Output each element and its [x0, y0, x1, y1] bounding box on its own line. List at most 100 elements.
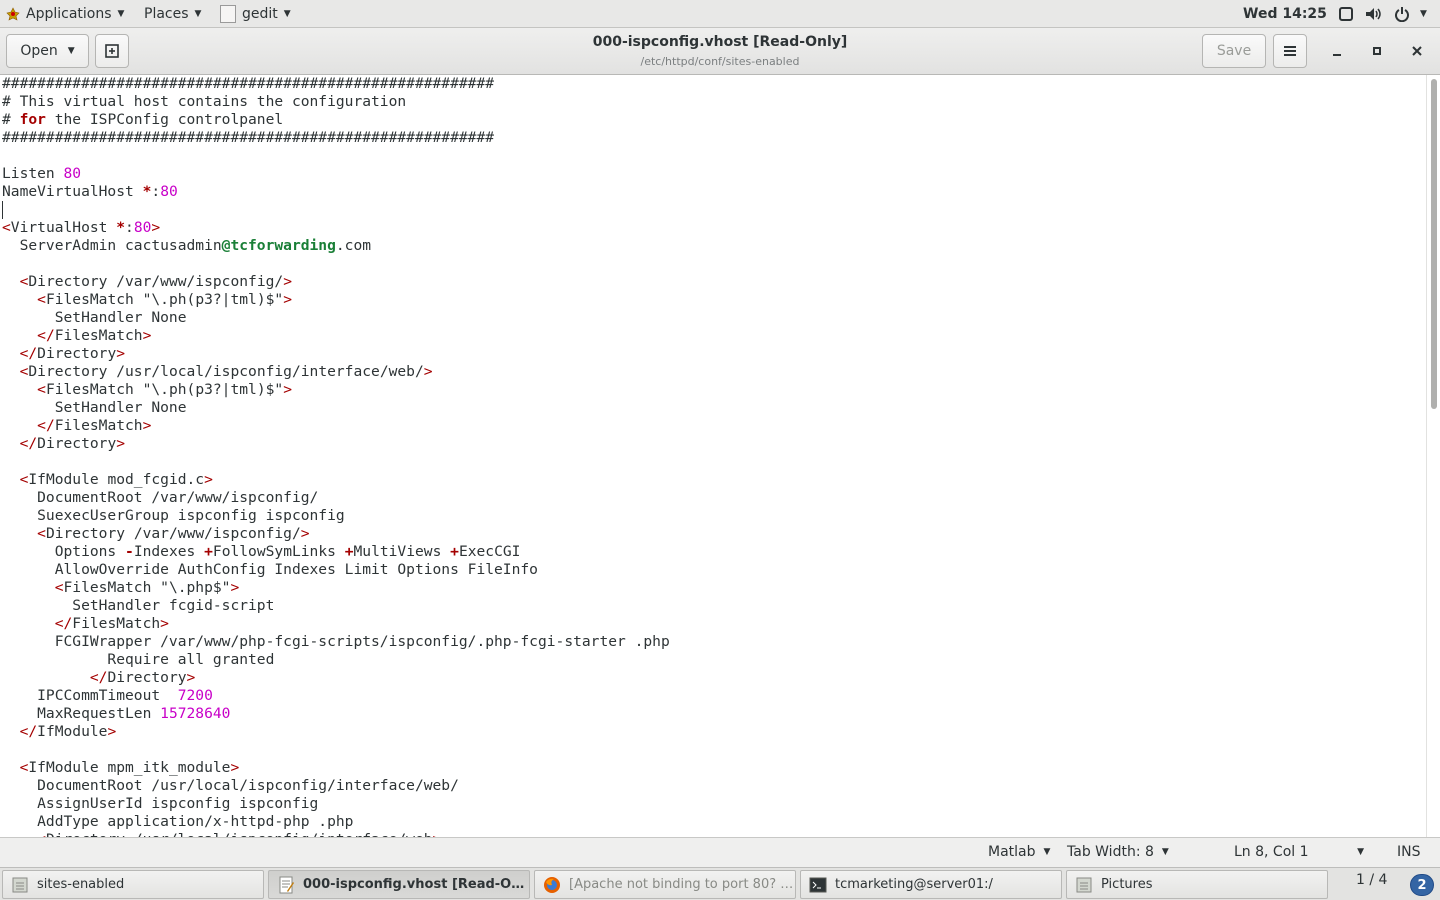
- close-button[interactable]: [1405, 39, 1429, 63]
- code-line[interactable]: </FilesMatch>: [2, 615, 670, 633]
- insert-mode-indicator: INS: [1397, 844, 1421, 860]
- code-line[interactable]: </FilesMatch>: [2, 417, 670, 435]
- code-line[interactable]: Require all granted: [2, 651, 670, 669]
- code-line[interactable]: AddType application/x-httpd-php .php: [2, 813, 670, 831]
- code-line[interactable]: SetHandler fcgid-script: [2, 597, 670, 615]
- code-view[interactable]: ########################################…: [2, 75, 670, 837]
- code-line[interactable]: IPCCommTimeout 7200: [2, 687, 670, 705]
- code-line[interactable]: DocumentRoot /var/www/ispconfig/: [2, 489, 670, 507]
- task-label: tcmarketing@server01:/: [835, 877, 993, 892]
- code-line[interactable]: <IfModule mpm_itk_module>: [2, 759, 670, 777]
- app-menu[interactable]: gedit ▼: [220, 0, 291, 28]
- chevron-down-icon: ▼: [67, 46, 75, 56]
- code-line[interactable]: # This virtual host contains the configu…: [2, 93, 670, 111]
- places-label: Places: [144, 6, 189, 22]
- folder-icon: [12, 877, 28, 892]
- scrollbar-thumb[interactable]: [1431, 79, 1437, 409]
- cursor-position-label: Ln 8, Col 1: [1234, 844, 1309, 860]
- code-line[interactable]: <Directory /var/www/ispconfig/>: [2, 525, 670, 543]
- notification-badge[interactable]: 2: [1410, 874, 1434, 896]
- vertical-scrollbar[interactable]: [1426, 75, 1440, 837]
- text-editor[interactable]: ########################################…: [0, 75, 1426, 837]
- code-line[interactable]: Options -Indexes +FollowSymLinks +MultiV…: [2, 543, 670, 561]
- places-menu[interactable]: Places ▼: [144, 0, 201, 28]
- code-line[interactable]: ​: [2, 741, 670, 759]
- code-line[interactable]: <FilesMatch "\.ph(p3?|tml)$">: [2, 291, 670, 309]
- status-bar: Matlab ▼ Tab Width: 8 ▼ Ln 8, Col 1 ▼ IN…: [0, 837, 1440, 867]
- task-label: 000-ispconfig.vhost [Read-Only]...: [303, 877, 529, 892]
- new-tab-icon: [105, 44, 119, 58]
- task-pictures[interactable]: Pictures: [1066, 870, 1328, 899]
- window-list: sites-enabled 000-ispconfig.vhost [Read-…: [0, 867, 1440, 900]
- code-line[interactable]: ServerAdmin cactusadmin@tcforwarding.com: [2, 237, 670, 255]
- minimize-button[interactable]: [1325, 39, 1349, 63]
- workspace-pager[interactable]: 1 / 4: [1356, 872, 1387, 888]
- code-line[interactable]: <VirtualHost *:80>: [2, 219, 670, 237]
- top-bar: Applications ▼ Places ▼ gedit ▼ Wed 14:2…: [0, 0, 1440, 28]
- terminal-icon: [809, 877, 827, 892]
- folder-icon: [1076, 877, 1092, 892]
- code-line[interactable]: ​: [2, 201, 670, 219]
- save-button[interactable]: Save: [1202, 34, 1266, 68]
- gedit-icon: [220, 5, 236, 23]
- code-line[interactable]: <Directory /usr/local/ispconfig/interfac…: [2, 363, 670, 381]
- chevron-down-icon: ▼: [117, 9, 125, 19]
- code-line[interactable]: ########################################…: [2, 75, 670, 93]
- applications-label: Applications: [26, 6, 112, 22]
- code-line[interactable]: NameVirtualHost *:80: [2, 183, 670, 201]
- chevron-down-icon: ▼: [1357, 847, 1364, 857]
- task-label: sites-enabled: [37, 877, 125, 892]
- code-line[interactable]: <FilesMatch "\.php$">: [2, 579, 670, 597]
- code-line[interactable]: ########################################…: [2, 129, 670, 147]
- open-button[interactable]: Open ▼: [6, 34, 89, 68]
- new-tab-button[interactable]: [95, 34, 129, 68]
- task-label: [Apache not binding to port 80? -...: [569, 877, 795, 892]
- language-label: Matlab: [988, 844, 1036, 860]
- code-line[interactable]: <FilesMatch "\.ph(p3?|tml)$">: [2, 381, 670, 399]
- code-line[interactable]: MaxRequestLen 15728640: [2, 705, 670, 723]
- chevron-down-icon: ▼: [283, 9, 291, 19]
- minimize-icon: [1333, 54, 1341, 56]
- applications-menu[interactable]: Applications ▼: [6, 0, 124, 28]
- code-line[interactable]: ​: [2, 255, 670, 273]
- close-icon: [1412, 46, 1422, 56]
- code-line[interactable]: # for the ISPConfig controlpanel: [2, 111, 670, 129]
- tab-width-selector[interactable]: Tab Width: 8 ▼: [1067, 838, 1169, 866]
- task-gedit[interactable]: 000-ispconfig.vhost [Read-Only]...: [268, 870, 530, 899]
- language-selector[interactable]: Matlab ▼: [988, 838, 1050, 866]
- volume-icon[interactable]: [1365, 0, 1383, 28]
- task-firefox[interactable]: [Apache not binding to port 80? -...: [534, 870, 796, 899]
- code-line[interactable]: ​: [2, 453, 670, 471]
- code-line[interactable]: </Directory>: [2, 435, 670, 453]
- save-button-label: Save: [1216, 43, 1252, 59]
- tab-width-label: Tab Width: 8: [1067, 844, 1154, 860]
- text-cursor: [2, 201, 3, 219]
- code-line[interactable]: SuexecUserGroup ispconfig ispconfig: [2, 507, 670, 525]
- code-line[interactable]: </IfModule>: [2, 723, 670, 741]
- applications-icon: [6, 7, 20, 21]
- maximize-button[interactable]: [1365, 39, 1389, 63]
- task-sites-enabled[interactable]: sites-enabled: [2, 870, 264, 899]
- code-line[interactable]: </FilesMatch>: [2, 327, 670, 345]
- code-line[interactable]: ​: [2, 147, 670, 165]
- code-line[interactable]: SetHandler None: [2, 399, 670, 417]
- gedit-icon: [279, 876, 294, 893]
- code-line[interactable]: SetHandler None: [2, 309, 670, 327]
- code-line[interactable]: <Directory /var/www/ispconfig/>: [2, 273, 670, 291]
- hamburger-icon: [1284, 46, 1296, 56]
- code-line[interactable]: AssignUserId ispconfig ispconfig: [2, 795, 670, 813]
- code-line[interactable]: Listen 80: [2, 165, 670, 183]
- code-line[interactable]: FCGIWrapper /var/www/php-fcgi-scripts/is…: [2, 633, 670, 651]
- code-line[interactable]: </Directory>: [2, 669, 670, 687]
- code-line[interactable]: DocumentRoot /usr/local/ispconfig/interf…: [2, 777, 670, 795]
- clock[interactable]: Wed 14:25: [1243, 0, 1327, 28]
- hamburger-menu-button[interactable]: [1273, 34, 1307, 68]
- code-line[interactable]: AllowOverride AuthConfig Indexes Limit O…: [2, 561, 670, 579]
- cursor-position-selector[interactable]: Ln 8, Col 1 ▼: [1234, 838, 1364, 866]
- code-line[interactable]: </Directory>: [2, 345, 670, 363]
- task-terminal[interactable]: tcmarketing@server01:/: [800, 870, 1062, 899]
- window-icon[interactable]: [1338, 0, 1354, 28]
- code-line[interactable]: <IfModule mod_fcgid.c>: [2, 471, 670, 489]
- power-icon[interactable]: [1394, 0, 1410, 28]
- system-menu-chevron-icon[interactable]: ▼: [1420, 0, 1427, 28]
